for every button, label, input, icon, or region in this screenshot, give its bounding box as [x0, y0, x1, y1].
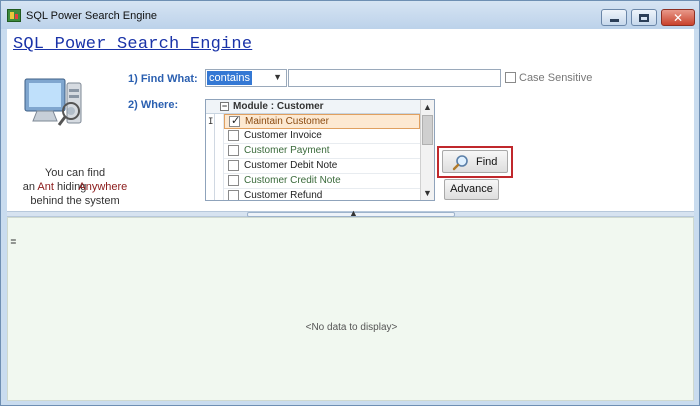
tree-item-customer-credit-note[interactable]: Customer Credit Note	[224, 174, 420, 189]
tree-item-label: Customer Refund	[244, 190, 323, 201]
find-text-input[interactable]	[288, 69, 501, 87]
tagline-line3: behind the system	[30, 195, 120, 207]
item-checkbox[interactable]: ✓	[229, 115, 241, 127]
tree-gutter-indent	[215, 114, 224, 200]
minimize-icon	[609, 19, 619, 22]
no-data-message: <No data to display>	[305, 322, 398, 333]
tree-item-label: Customer Invoice	[244, 130, 322, 141]
check-icon: ✓	[231, 115, 241, 127]
app-logo-icon	[7, 9, 21, 22]
title-bar[interactable]: SQL Power Search Engine ✕	[1, 1, 699, 29]
tagline-anywhere: Anywhere	[78, 181, 128, 193]
close-button[interactable]: ✕	[661, 9, 695, 26]
tree-item-maintain-customer[interactable]: ✓ Maintain Customer	[224, 114, 420, 129]
tree-gutter	[206, 114, 215, 200]
item-checkbox[interactable]	[228, 175, 239, 186]
chevron-down-icon: ▼	[273, 72, 282, 82]
tree-item-customer-debit-note[interactable]: Customer Debit Note	[224, 159, 420, 174]
find-button[interactable]: Find	[442, 150, 508, 173]
tree-item-label: Customer Debit Note	[244, 160, 338, 171]
close-icon: ✕	[672, 10, 684, 25]
window-title: SQL Power Search Engine	[26, 10, 158, 22]
advance-button[interactable]: Advance	[444, 179, 499, 200]
scroll-thumb[interactable]	[422, 115, 433, 145]
item-checkbox[interactable]	[228, 160, 239, 171]
text-cursor-icon: I	[208, 117, 214, 127]
maximize-button[interactable]	[631, 9, 657, 26]
collapse-icon[interactable]: −	[220, 102, 229, 111]
tagline: You can find an Ant hidingAnywhere behin…	[11, 166, 139, 208]
case-sensitive-label: Case Sensitive	[519, 72, 593, 84]
tagline-line2: an Ant hidingAnywhere	[11, 180, 139, 194]
grid-menu-icon[interactable]: ≣	[10, 238, 17, 246]
search-panel: SQL Power Search Engine You can find an …	[7, 29, 694, 211]
case-sensitive-checkbox[interactable]	[505, 72, 516, 83]
item-checkbox[interactable]	[228, 130, 239, 141]
tree-item-customer-payment[interactable]: Customer Payment	[224, 144, 420, 159]
item-checkbox[interactable]	[228, 190, 239, 200]
find-what-label: 1) Find What:	[128, 73, 198, 85]
tree-item-label: Customer Credit Note	[244, 175, 341, 186]
module-header: − Module : Customer	[206, 100, 420, 114]
results-grid[interactable]: ≣ <No data to display>	[7, 217, 694, 401]
tagline-line1: You can find	[44, 167, 106, 179]
tree-item-label: Maintain Customer	[245, 116, 329, 127]
find-mode-value: contains	[207, 71, 252, 85]
module-header-label: Module : Customer	[233, 101, 324, 112]
tree-item-customer-refund[interactable]: Customer Refund	[224, 189, 420, 201]
find-mode-select[interactable]: contains ▼	[205, 69, 287, 87]
scroll-up-icon[interactable]: ▲	[421, 100, 434, 114]
tagline-prefix: an	[22, 181, 35, 193]
item-checkbox[interactable]	[228, 145, 239, 156]
scroll-down-icon[interactable]: ▼	[421, 186, 434, 200]
magnifier-icon	[452, 155, 468, 171]
module-tree[interactable]: − Module : Customer I ✓ Maintain Custome…	[205, 99, 435, 201]
tree-item-label: Customer Payment	[244, 145, 330, 156]
client-area: SQL Power Search Engine You can find an …	[7, 29, 694, 401]
tree-scrollbar[interactable]: ▲ ▼	[420, 100, 434, 200]
tagline-ant: Ant	[37, 181, 54, 193]
app-heading-link[interactable]: SQL Power Search Engine	[13, 35, 252, 54]
tree-item-customer-invoice[interactable]: Customer Invoice	[224, 129, 420, 144]
find-button-label: Find	[476, 156, 498, 168]
maximize-icon	[639, 13, 649, 22]
computer-search-illustration-icon	[24, 78, 82, 126]
where-label: 2) Where:	[128, 99, 179, 111]
app-window: SQL Power Search Engine ✕ SQL Power Sear…	[0, 0, 700, 406]
minimize-button[interactable]	[601, 9, 627, 26]
